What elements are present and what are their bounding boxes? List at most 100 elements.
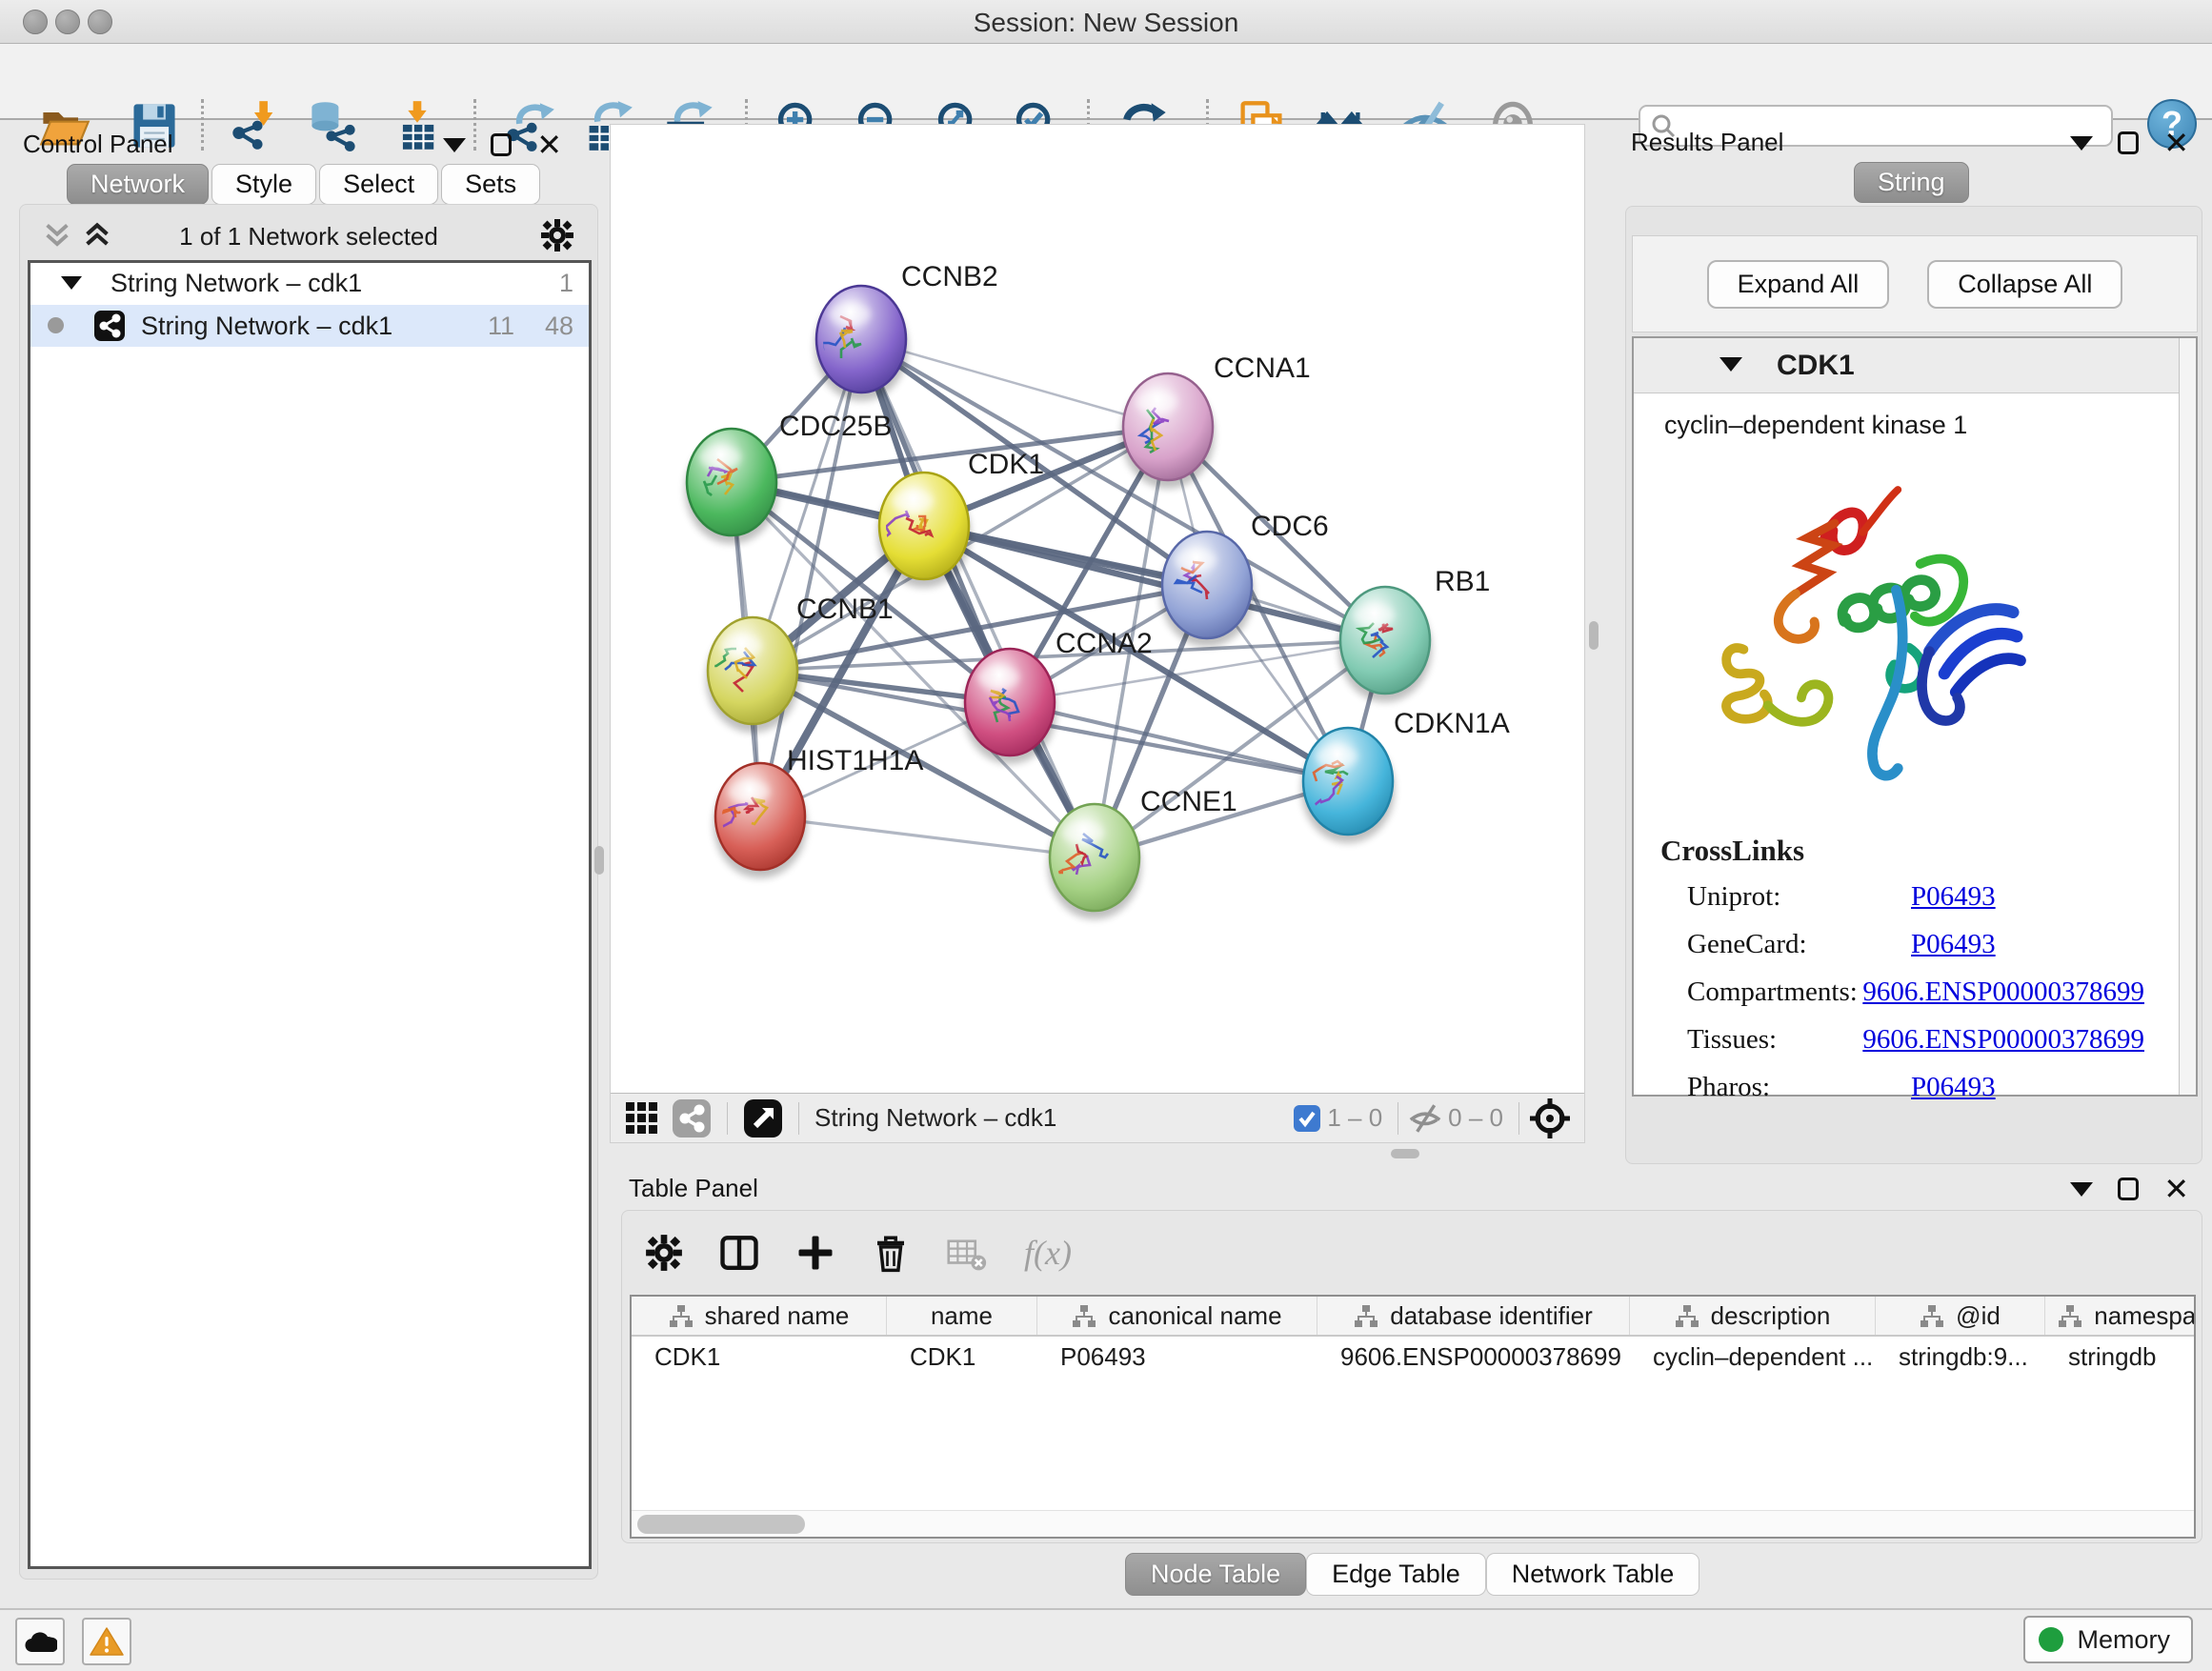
expand-all-button[interactable]: Expand All [1707,260,1890,309]
results-scrollbar[interactable] [2179,338,2196,1095]
collapse-triangle-icon[interactable] [1719,357,1742,372]
crosslink-link[interactable]: P06493 [1911,881,1996,913]
table-row[interactable]: CDK1CDK1P064939606.ENSP00000378699cyclin… [632,1337,2194,1377]
table-cell: stringdb:9... [1876,1337,2045,1377]
cdk1-section: CDK1 cyclin–dependent kinase 1 [1632,336,2198,1097]
close-panel-icon[interactable]: ✕ [536,134,562,155]
window-title: Session: New Session [0,8,2212,38]
network-canvas[interactable]: CCNB2CCNA1CDC25BCDK1CDC6RB1CCNB1CCNA2CDK… [611,125,1584,1093]
column-label: database identifier [1390,1301,1592,1331]
tab-node-table[interactable]: Node Table [1125,1553,1306,1596]
navigator-crosshair-icon[interactable] [1529,1097,1571,1139]
network-tree: String Network – cdk1 1 String Network –… [28,260,592,1569]
node-CCNA2[interactable] [963,649,1056,764]
tab-network[interactable]: Network [67,164,209,205]
panel-menu-icon[interactable] [2070,136,2093,151]
tab-style[interactable]: Style [211,164,316,205]
add-column-icon[interactable] [795,1233,835,1273]
node-CDKN1A[interactable] [1301,728,1395,843]
panel-menu-icon[interactable] [2070,1182,2093,1197]
splitter-handle[interactable] [1391,1149,1419,1158]
string-share-icon[interactable] [672,1098,712,1138]
node-label-CCNA1: CCNA1 [1214,352,1311,384]
node-label-CCNB2: CCNB2 [901,261,998,292]
table-panel-title: Table Panel [629,1174,758,1203]
edge-CCNA2-CDKN1A[interactable] [1010,702,1348,781]
table-cell: stringdb [2045,1337,2196,1377]
node-CCNE1[interactable] [1048,804,1141,919]
delete-icon[interactable] [872,1233,910,1273]
tab-sets[interactable]: Sets [441,164,540,205]
network-row-selected[interactable]: String Network – cdk1 11 48 [30,305,589,347]
function-builder-icon: f(x) [1024,1233,1072,1273]
open-in-window-icon[interactable] [743,1098,783,1138]
column-label: @id [1956,1301,2001,1331]
column-header-@id[interactable]: @id [1876,1297,2045,1335]
crosslink-label: Compartments: [1687,976,1862,1008]
collapse-all-button[interactable]: Collapse All [1927,260,2122,309]
selected-checkbox-icon[interactable] [1293,1104,1321,1133]
column-type-icon [1675,1303,1699,1328]
crosslink-link[interactable]: 9606.ENSP00000378699 [1862,1024,2144,1056]
node-CDC25B[interactable] [685,429,778,544]
crosslink-link[interactable]: 9606.ENSP00000378699 [1862,976,2144,1008]
node-table-body: f(x) shared namenamecanonical name databa… [621,1210,2202,1543]
column-header-description[interactable]: description [1630,1297,1876,1335]
string-network-icon [93,310,126,342]
float-panel-icon[interactable] [2118,131,2139,154]
node-RB1[interactable] [1338,587,1432,702]
crosslink-link[interactable]: P06493 [1911,1072,1996,1103]
column-label: namespace [2094,1301,2196,1331]
show-columns-icon[interactable] [719,1233,759,1273]
gear-icon[interactable] [645,1234,683,1272]
splitter-handle[interactable] [1589,621,1599,650]
float-panel-icon[interactable] [491,133,512,156]
panel-menu-icon[interactable] [443,138,466,152]
network-collection-row[interactable]: String Network – cdk1 1 [30,263,589,305]
column-header-database-identifier[interactable]: database identifier [1317,1297,1630,1335]
node-CCNB1[interactable] [706,617,799,733]
gene-name: CDK1 [1777,350,1855,382]
close-panel-icon[interactable]: ✕ [2163,132,2189,153]
column-header-shared-name[interactable]: shared name [632,1297,887,1335]
cdk1-section-header[interactable]: CDK1 [1634,338,2196,393]
crosslink-link[interactable]: P06493 [1911,929,1996,960]
horizontal-scrollbar[interactable] [632,1510,2194,1537]
float-panel-icon[interactable] [2118,1178,2139,1200]
node-CDK1[interactable] [877,473,971,588]
node-HIST1H1A[interactable] [714,763,807,878]
warning-button[interactable] [82,1618,131,1665]
grid-view-icon[interactable] [624,1100,660,1137]
column-header-canonical-name[interactable]: canonical name [1037,1297,1317,1335]
edge-CCNB2-CCNE1[interactable] [861,339,1095,857]
memory-button[interactable]: Memory [2023,1616,2193,1663]
cloud-button[interactable] [15,1618,65,1665]
tab-edge-table[interactable]: Edge Table [1306,1553,1486,1596]
collection-count: 1 [559,269,573,298]
gear-icon[interactable] [540,218,574,252]
node-CDC6[interactable] [1160,532,1254,647]
splitter-handle[interactable] [594,846,604,875]
tab-string[interactable]: String [1854,162,1972,203]
hidden-eye-icon[interactable] [1408,1101,1442,1136]
network-view-toolbar: String Network – cdk1 1 – 0 0 – 0 [611,1093,1584,1142]
column-type-icon [1354,1303,1378,1328]
toolbar-separator [798,1102,799,1135]
tab-select[interactable]: Select [319,164,438,205]
node-label-CDKN1A: CDKN1A [1394,708,1510,739]
column-header-namespace[interactable]: namespace [2045,1297,2196,1335]
crosslink-row: Pharos:P06493 [1687,1072,2144,1103]
collapse-triangle-icon[interactable] [61,276,82,290]
node-table[interactable]: shared namenamecanonical name database id… [630,1295,2196,1539]
close-panel-icon[interactable]: ✕ [2163,1178,2189,1199]
column-label: description [1711,1301,1831,1331]
node-CCNA1[interactable] [1121,373,1215,489]
tab-network-table[interactable]: Network Table [1486,1553,1700,1596]
node-CCNB2[interactable] [814,286,908,401]
edge-HIST1H1A-CCNE1[interactable] [760,816,1095,857]
crosslink-row: Compartments:9606.ENSP00000378699 [1687,976,2144,1008]
gene-description: cyclin–dependent kinase 1 [1664,411,1967,440]
column-header-name[interactable]: name [887,1297,1037,1335]
cloud-icon [23,1629,57,1654]
scrollbar-thumb[interactable] [637,1515,805,1534]
